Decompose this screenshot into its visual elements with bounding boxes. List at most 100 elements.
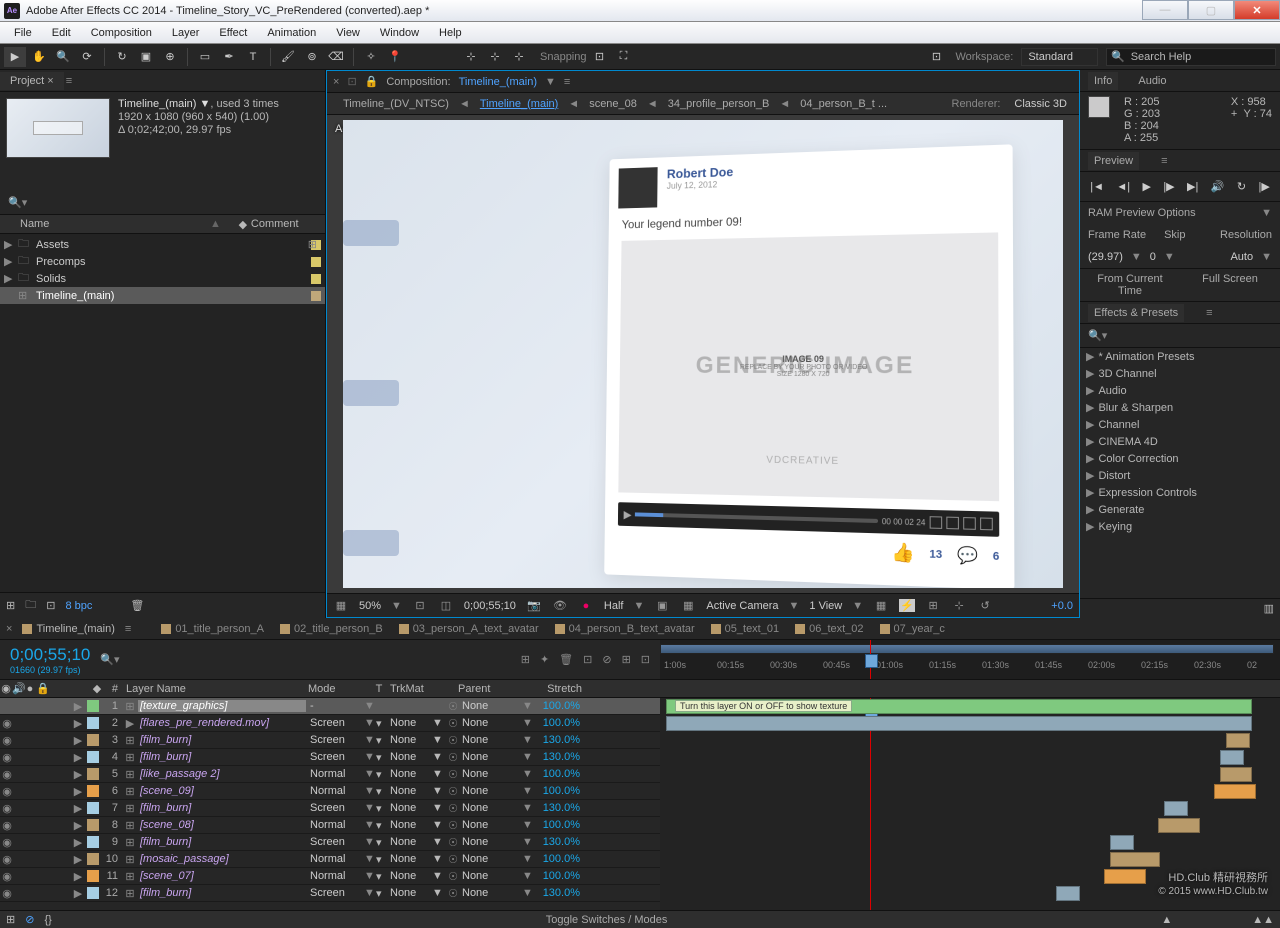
menu-composition[interactable]: Composition: [81, 27, 162, 39]
audio-tab[interactable]: Audio: [1132, 72, 1172, 90]
roi-icon[interactable]: ◫: [438, 599, 454, 612]
col-name[interactable]: Name: [20, 218, 210, 230]
show-snapshot-icon[interactable]: 👁: [552, 599, 568, 612]
always-preview-icon[interactable]: ▦: [333, 599, 349, 612]
effects-category[interactable]: ▶Blur & Sharpen: [1080, 399, 1280, 416]
layer-row[interactable]: ▶1⊞[texture_graphics]-▼☉None▼100.0%: [0, 698, 660, 715]
effects-category[interactable]: ▶CINEMA 4D: [1080, 433, 1280, 450]
puppet-tool[interactable]: 📍: [384, 47, 406, 67]
menu-window[interactable]: Window: [370, 27, 429, 39]
grid-icon[interactable]: ▦: [680, 599, 696, 612]
align-tool[interactable]: ⊹: [460, 47, 482, 67]
project-search[interactable]: 🔍▾: [0, 190, 325, 214]
layer-row[interactable]: ◉▶8⊞[scene_08]Normal▼▾None▼☉None▼100.0%: [0, 817, 660, 834]
graph-editor-icon[interactable]: ⊞: [622, 653, 631, 666]
breadcrumb-item[interactable]: Timeline_(main): [476, 98, 562, 110]
clone-tool[interactable]: ⊚: [301, 47, 323, 67]
skip-dropdown[interactable]: 0: [1150, 251, 1156, 263]
reset-expo-icon[interactable]: ↺: [977, 599, 993, 612]
timecode-display[interactable]: 0;00;55;10: [464, 600, 516, 612]
play-icon[interactable]: ▶: [1142, 180, 1150, 193]
motion-blur-icon[interactable]: ⊘: [602, 653, 611, 666]
col-comment[interactable]: Comment: [251, 218, 299, 230]
expand-icon[interactable]: ⊞: [6, 913, 15, 926]
snapping-toggle[interactable]: ⊡: [589, 47, 611, 67]
layer-row[interactable]: ◉▶3⊞[film_burn]Screen▼▾None▼☉None▼130.0%: [0, 732, 660, 749]
zoom-tool[interactable]: 🔍: [52, 47, 74, 67]
interpret-icon[interactable]: ⊞: [6, 599, 15, 612]
timeline-tab[interactable]: 07_year_c: [874, 623, 951, 635]
menu-help[interactable]: Help: [429, 27, 472, 39]
layer-row[interactable]: ◉▶5⊞[like_passage 2]Normal▼▾None▼☉None▼1…: [0, 766, 660, 783]
comp-mini-icon[interactable]: ⊞: [521, 653, 530, 666]
video-col-icon[interactable]: ◉: [0, 682, 12, 695]
breadcrumb-item[interactable]: 04_person_B_t ...: [796, 98, 891, 110]
menu-layer[interactable]: Layer: [162, 27, 210, 39]
effects-category[interactable]: ▶Distort: [1080, 467, 1280, 484]
solo-col-icon[interactable]: ●: [24, 683, 36, 695]
camera-tool[interactable]: ▣: [135, 47, 157, 67]
loop-icon[interactable]: ↻: [1237, 180, 1246, 193]
sync-icon[interactable]: ⊡: [925, 47, 947, 67]
local-axis-icon[interactable]: ⊹: [484, 47, 506, 67]
effects-category[interactable]: ▶Color Correction: [1080, 450, 1280, 467]
effects-category[interactable]: ▶Channel: [1080, 416, 1280, 433]
comp-tab-name[interactable]: Timeline_(main): [459, 76, 537, 88]
menu-effect[interactable]: Effect: [209, 27, 257, 39]
layer-row[interactable]: ◉▶10⊞[mosaic_passage]Normal▼▾None▼☉None▼…: [0, 851, 660, 868]
ram-preview-icon[interactable]: |▶: [1258, 180, 1269, 193]
timeline-timecode[interactable]: 0;00;55;10: [10, 645, 90, 665]
lock-icon[interactable]: 🔒: [365, 75, 379, 88]
layer-row[interactable]: ◉▶11⊞[scene_07]Normal▼▾None▼☉None▼100.0%: [0, 868, 660, 885]
timeline-tab-main[interactable]: Timeline_(main): [16, 623, 120, 635]
menu-view[interactable]: View: [326, 27, 370, 39]
eraser-tool[interactable]: ⌫: [325, 47, 347, 67]
folder-precomps[interactable]: ▶🗀Precomps: [0, 253, 325, 270]
folder-assets[interactable]: ▶🗀Assets: [0, 236, 325, 253]
ram-options-label[interactable]: RAM Preview Options: [1088, 207, 1196, 219]
from-current-time[interactable]: From Current Time: [1080, 269, 1180, 301]
view-dropdown[interactable]: Active Camera: [706, 600, 778, 612]
effects-search[interactable]: 🔍▾: [1080, 324, 1280, 348]
layer-row[interactable]: ◉▶2▶[flares_pre_rendered.mov]Screen▼▾Non…: [0, 715, 660, 732]
layer-row[interactable]: ◉▶4⊞[film_burn]Screen▼▾None▼☉None▼130.0%: [0, 749, 660, 766]
renderer-dropdown[interactable]: Classic 3D: [1014, 98, 1067, 110]
effects-category[interactable]: ▶Keying: [1080, 518, 1280, 535]
effects-category[interactable]: ▶3D Channel: [1080, 365, 1280, 382]
breadcrumb-item[interactable]: scene_08: [585, 98, 641, 110]
close-tab-icon[interactable]: ×: [333, 76, 339, 88]
brainiac-icon[interactable]: ⊡: [641, 653, 650, 666]
comp-icon[interactable]: ⊡: [46, 599, 55, 612]
flowchart-icon[interactable]: ⊹: [951, 599, 967, 612]
timeline-tab[interactable]: 01_title_person_A: [155, 623, 270, 635]
menu-edit[interactable]: Edit: [42, 27, 81, 39]
rectangle-tool[interactable]: ▭: [194, 47, 216, 67]
timeline-tab[interactable]: 03_person_A_text_avatar: [393, 623, 545, 635]
layer-row[interactable]: ◉▶9⊞[film_burn]Screen▼▾None▼☉None▼130.0%: [0, 834, 660, 851]
draft-3d-icon[interactable]: ✦: [540, 653, 549, 666]
layer-row[interactable]: ◉▶7⊞[film_burn]Screen▼▾None▼☉None▼130.0%: [0, 800, 660, 817]
modes-icon[interactable]: {}: [44, 914, 51, 926]
full-screen[interactable]: Full Screen: [1180, 269, 1280, 301]
timeline-icon[interactable]: ⊞: [925, 599, 941, 612]
pan-behind-tool[interactable]: ⊕: [159, 47, 181, 67]
folder-icon[interactable]: 🗀: [25, 596, 36, 615]
framerate-dropdown[interactable]: (29.97): [1088, 251, 1123, 263]
effects-category[interactable]: ▶Expression Controls: [1080, 484, 1280, 501]
resolution-icon[interactable]: ⊡: [412, 599, 428, 612]
workspace-dropdown[interactable]: Standard: [1021, 48, 1098, 66]
zoom-out-icon[interactable]: ▲: [1161, 914, 1172, 926]
viewer[interactable]: Active Camera Robert DoeJuly 12, 2012 Yo…: [327, 115, 1079, 593]
rotation-tool[interactable]: ↻: [111, 47, 133, 67]
timeline-tab[interactable]: 06_text_02: [789, 623, 869, 635]
search-help-input[interactable]: 🔍 Search Help: [1106, 48, 1276, 66]
resolution-dropdown[interactable]: Half: [604, 600, 624, 612]
shy-icon[interactable]: 🗑: [559, 653, 573, 666]
breadcrumb-item[interactable]: Timeline_(DV_NTSC): [339, 98, 453, 110]
snapping-options[interactable]: ⛶: [613, 47, 635, 67]
channel-icon[interactable]: ●: [578, 600, 594, 612]
info-tab[interactable]: Info: [1088, 72, 1118, 90]
menu-animation[interactable]: Animation: [257, 27, 326, 39]
orbit-tool[interactable]: ⟳: [76, 47, 98, 67]
snapshot-icon[interactable]: 📷: [526, 599, 542, 612]
